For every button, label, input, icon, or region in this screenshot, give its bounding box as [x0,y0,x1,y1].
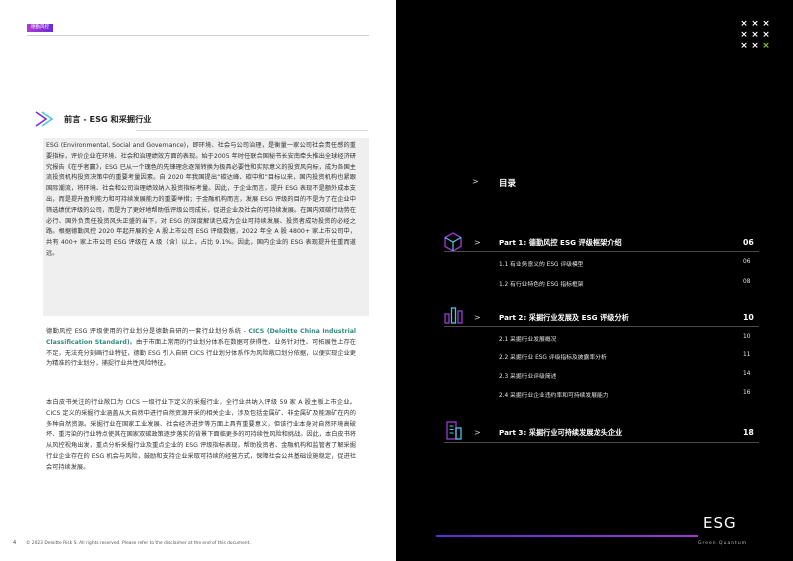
header-divider [27,35,369,36]
part1-chevron-icon: > [474,238,481,247]
page-number: 4 [13,540,17,546]
toc-part-1-page: 06 [743,238,754,247]
toc-sub-2-1[interactable]: 2.1 采掘行业发展概况 [499,334,556,343]
toc-part-1[interactable]: Part 1: 德勤风控 ESG 评级框架介绍 [499,238,622,248]
toc-sub-2-4-page: 16 [743,390,751,396]
toc-title: 目录 [499,179,517,189]
toc-sub-1-1-page: 06 [743,259,751,265]
copyright-text: © 2023 Deloitte Risk S. All rights reser… [26,541,251,546]
toc-sub-2-4[interactable]: 2.4 采掘行业企业违约率和可持续发展能力 [499,390,609,399]
esg-logo: ESG [703,514,737,532]
toc-sub-2-2-page: 11 [743,352,751,358]
part2-chevron-icon: > [474,313,481,322]
toc-sub-2-1-page: 10 [743,334,751,340]
toc-chevron-icon: > [472,177,479,186]
title-rule [136,130,368,131]
toc-sub-1-2-page: 08 [743,279,751,285]
cube-icon [444,232,462,252]
esg-logo-subtitle: Green Quantum [698,541,748,546]
toc-rule [444,251,759,252]
paragraph-mining-focus: 本白皮书关注的行业敞口为 CICS 一级行业下定义的采掘行业，全行业共纳入评级 … [46,399,356,471]
bottom-accent-bar [436,535,698,537]
paragraph-esg-intro: ESG (Environmental, Social and Governanc… [46,142,356,257]
cics-text-a: 德勤风控 ESG 评级使用的行业划分是德勤自研的一套行业划分系统 - [46,328,249,335]
footer-copyright: 4 © 2023 Deloitte Risk S. All rights res… [13,540,251,546]
toc-rule [444,442,759,443]
bar-chart-icon [444,307,463,324]
chevron-mark-icon [35,111,54,127]
toc-sub-1-2[interactable]: 1.2 有行业特色的 ESG 指标框架 [499,279,584,288]
part3-chevron-icon: > [474,428,481,437]
toc-sub-1-1[interactable]: 1.1 有业务意义的 ESG 评级模型 [499,259,584,268]
toc-part-3-page: 18 [743,428,754,437]
x-pattern-icon: × × × × × × × × × [740,19,770,51]
toc-part-2-page: 10 [743,313,754,322]
toc-sub-2-3-page: 14 [743,371,751,377]
section-tag: 德勤风控 [27,24,53,32]
paragraph-cics: 德勤风控 ESG 评级使用的行业划分是德勤自研的一套行业划分系统 - CICS … [46,327,356,370]
toc-part-2[interactable]: Part 2: 采掘行业发展及 ESG 评级分析 [499,313,629,323]
left-page: 德勤风控 前言 - ESG 和采掘行业 ESG (Environmental, … [0,0,396,561]
building-icon [446,421,462,440]
toc-part-3[interactable]: Part 3: 采掘行业可持续发展龙头企业 [499,428,622,438]
section-title: 前言 - ESG 和采掘行业 [64,114,152,124]
toc-sub-2-2[interactable]: 2.2 采掘行业 ESG 评级指标及披露率分析 [499,352,607,361]
toc-sub-2-3[interactable]: 2.3 采掘行业评级简述 [499,371,556,380]
toc-rule [444,326,759,327]
right-page [396,0,793,561]
